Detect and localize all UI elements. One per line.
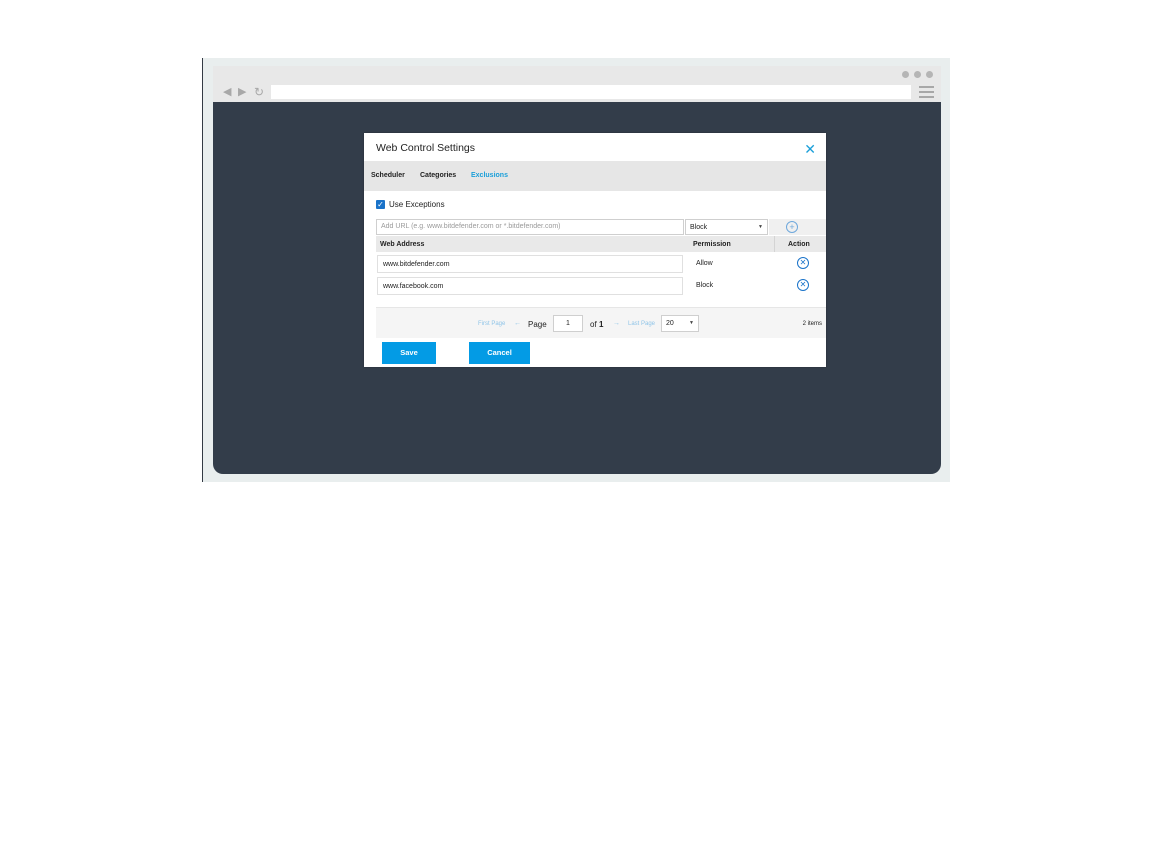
prev-page-arrow-icon[interactable]: ← — [514, 320, 521, 327]
items-per-page-value: 20 — [666, 320, 674, 327]
last-page-link[interactable]: Last Page — [628, 321, 655, 327]
web-control-settings-dialog: Web Control Settings ✕ Scheduler Categor… — [364, 133, 826, 367]
reload-icon[interactable]: ↻ — [254, 86, 264, 98]
web-address-cell[interactable]: www.facebook.com — [377, 277, 683, 295]
table-row: www.facebook.com Block ✕ — [376, 275, 826, 297]
pagination-bar: First Page ← Page 1 of 1 → Last Page 20 … — [376, 307, 826, 338]
tab-scheduler[interactable]: Scheduler — [371, 172, 405, 179]
add-url-input[interactable]: Add URL (e.g. www.bitdefender.com or *.b… — [376, 219, 684, 235]
address-bar[interactable] — [271, 85, 911, 99]
use-exceptions-label: Use Exceptions — [389, 200, 445, 209]
dialog-title: Web Control Settings — [376, 142, 476, 154]
browser-toolbar: ◀ ▶ ↻ — [213, 66, 941, 102]
page-label: Page — [528, 320, 547, 329]
page-number-input[interactable]: 1 — [553, 315, 583, 332]
table-header: Web Address Permission Action — [376, 236, 826, 252]
total-pages: 1 — [599, 320, 604, 329]
first-page-link[interactable]: First Page — [478, 321, 505, 327]
column-divider — [774, 236, 775, 252]
web-address-cell[interactable]: www.bitdefender.com — [377, 255, 683, 273]
permission-select-value: Block — [690, 224, 708, 231]
window-dot-icon[interactable] — [926, 71, 933, 78]
remove-icon[interactable]: ✕ — [797, 257, 809, 269]
use-exceptions-row: ✓ Use Exceptions — [376, 200, 445, 209]
tab-exclusions[interactable]: Exclusions — [471, 172, 508, 179]
items-per-page-select[interactable]: 20 ▼ — [661, 315, 699, 332]
save-button[interactable]: Save — [382, 342, 436, 364]
add-area: + — [769, 219, 826, 235]
column-header-permission[interactable]: Permission — [693, 241, 731, 248]
column-header-action: Action — [788, 241, 810, 248]
menu-icon[interactable] — [919, 86, 934, 98]
column-header-web-address[interactable]: Web Address — [380, 241, 424, 248]
items-count: 2 items — [802, 321, 822, 327]
next-page-arrow-icon[interactable]: → — [613, 320, 620, 327]
window-dot-icon[interactable] — [902, 71, 909, 78]
chevron-down-icon: ▼ — [689, 320, 694, 326]
permission-cell[interactable]: Allow — [696, 260, 713, 267]
chevron-down-icon: ▼ — [758, 224, 763, 230]
tab-categories[interactable]: Categories — [420, 172, 456, 179]
back-icon[interactable]: ◀ — [223, 86, 231, 98]
close-icon[interactable]: ✕ — [804, 142, 816, 156]
of-label: of — [590, 320, 597, 329]
remove-icon[interactable]: ✕ — [797, 279, 809, 291]
window-controls — [902, 71, 933, 78]
tab-bar: Scheduler Categories Exclusions — [364, 161, 826, 191]
permission-select[interactable]: Block ▼ — [685, 219, 768, 235]
permission-cell[interactable]: Block — [696, 282, 713, 289]
forward-icon[interactable]: ▶ — [238, 86, 246, 98]
cancel-button[interactable]: Cancel — [469, 342, 530, 364]
window-dot-icon[interactable] — [914, 71, 921, 78]
add-icon[interactable]: + — [786, 221, 798, 233]
use-exceptions-checkbox[interactable]: ✓ — [376, 200, 385, 209]
table-row: www.bitdefender.com Allow ✕ — [376, 253, 826, 275]
